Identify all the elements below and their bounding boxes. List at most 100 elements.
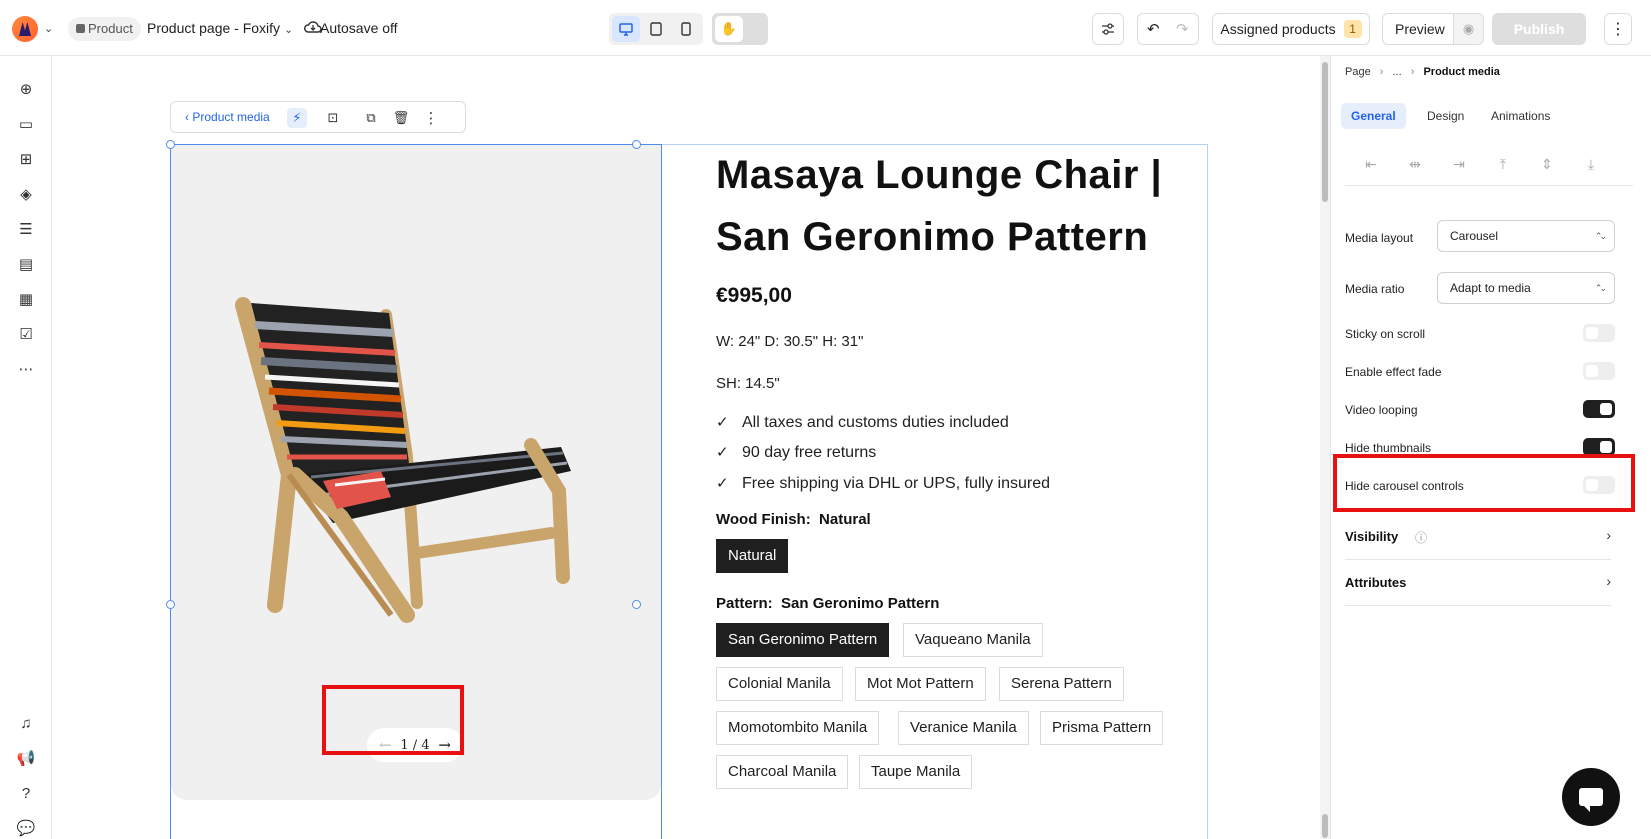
chevron-down-icon: ⌄ (283, 24, 294, 36)
undo-icon[interactable]: ↶ (1147, 20, 1160, 38)
preview-label: Preview (1395, 21, 1445, 37)
variant-option[interactable]: San Geronimo Pattern (716, 623, 890, 657)
tablet-view-button[interactable] (642, 16, 670, 42)
more-menu-button[interactable]: ⋮ (1604, 13, 1632, 45)
chevron-right-icon: › (1606, 527, 1611, 543)
attributes-section[interactable]: Attributes › (1345, 560, 1611, 606)
toggle-label: Sticky on scroll (1345, 327, 1426, 341)
highlight-box (1333, 454, 1635, 512)
resize-handle[interactable] (166, 140, 175, 149)
mobile-view-button[interactable] (672, 16, 700, 42)
product-seat-height[interactable]: SH: 14.5" (716, 375, 780, 392)
media-ratio-select[interactable]: Adapt to media (1437, 272, 1615, 304)
sticky-on-scroll-toggle[interactable] (1583, 324, 1615, 342)
tab-animations[interactable]: Animations (1481, 103, 1560, 129)
chevron-down-icon[interactable]: ⌄ (44, 22, 53, 35)
element-toolbar: ‹ Product media ⚡ ⊡ ⧉ 🗑 ⋮ (170, 101, 466, 133)
variant-option[interactable]: Colonial Manila (716, 667, 843, 701)
variant-option[interactable]: Taupe Manila (859, 755, 973, 789)
align-right-icon[interactable]: ⇥ (1449, 156, 1469, 176)
breadcrumb-item[interactable]: Page (1345, 66, 1371, 78)
redo-icon[interactable]: ↷ (1176, 20, 1189, 38)
editor-canvas: ‹ Product media ⚡ ⊡ ⧉ 🗑 ⋮ ← 1 / 4 → Masa… (52, 56, 1320, 839)
megaphone-icon[interactable]: 📢 (16, 748, 36, 768)
variant-option[interactable]: Serena Pattern (999, 667, 1124, 701)
lightning-icon[interactable]: ⚡ (287, 108, 307, 128)
back-to-parent-button[interactable]: ‹ Product media (185, 110, 270, 124)
page-title[interactable]: Product page - Foxify ⌄ (147, 20, 293, 36)
align-left-icon[interactable]: ⇤ (1361, 156, 1381, 176)
chevron-right-icon: › (1606, 573, 1611, 589)
focus-icon[interactable]: ⊡ (323, 108, 343, 128)
resize-handle[interactable] (632, 600, 641, 609)
templates-icon[interactable]: ▦ (16, 289, 36, 309)
preview-button[interactable]: Preview ◉ (1382, 13, 1484, 45)
pages-icon[interactable]: ▤ (16, 254, 36, 274)
page-type-pill: Product (68, 17, 141, 41)
alignment-toolbar: ⇤ ⇹ ⇥ ⤒ ⇕ ⤓ (1345, 146, 1633, 186)
settings-button[interactable] (1092, 13, 1124, 45)
hand-tool-button[interactable]: ✋ (715, 16, 743, 42)
chat-launcher-button[interactable] (1562, 768, 1620, 826)
highlight-box (322, 685, 464, 755)
variant-option-natural[interactable]: Natural (716, 539, 789, 573)
info-icon[interactable]: ⓘ (1415, 529, 1427, 546)
resize-handle[interactable] (632, 140, 641, 149)
video-looping-toggle[interactable] (1583, 400, 1615, 418)
eye-icon[interactable]: ◉ (1453, 14, 1483, 44)
feature-item: ✓ 90 day free returns (716, 444, 877, 461)
tab-design[interactable]: Design (1417, 103, 1474, 129)
desktop-view-button[interactable] (612, 16, 640, 42)
more-vertical-icon: ⋮ (1610, 21, 1626, 38)
resize-handle[interactable] (166, 600, 175, 609)
feature-item: ✓ Free shipping via DHL or UPS, fully ins… (716, 475, 1050, 492)
top-bar: ⌄ Product Product page - Foxify ⌄ Autosa… (0, 0, 1651, 56)
product-price[interactable]: €995,00 (716, 284, 792, 308)
align-bottom-icon[interactable]: ⤓ (1581, 156, 1601, 176)
more-horizontal-icon[interactable]: ⋯ (16, 359, 36, 379)
more-vertical-icon[interactable]: ⋮ (421, 108, 441, 128)
variant-option[interactable]: Momotombito Manila (716, 711, 880, 745)
canvas-scrollbar[interactable] (1320, 56, 1330, 839)
add-icon[interactable]: ⊕ (16, 79, 36, 99)
layers-icon[interactable]: ◈ (16, 184, 36, 204)
autosave-status: Autosave off (320, 20, 398, 36)
elements-icon[interactable]: ⊞ (16, 149, 36, 169)
variant-option[interactable]: Mot Mot Pattern (855, 667, 986, 701)
assigned-products-button[interactable]: Assigned products 1 (1212, 13, 1370, 45)
hand-icon: ✋ (720, 21, 738, 36)
tab-general[interactable]: General (1341, 103, 1406, 129)
variant-option[interactable]: Vaqueano Manila (903, 623, 1043, 657)
media-layout-select[interactable]: Carousel (1437, 220, 1615, 252)
desktop-icon (619, 22, 633, 36)
align-top-icon[interactable]: ⤒ (1493, 156, 1513, 176)
chat-icon[interactable]: 💬 (16, 818, 36, 838)
checklist-icon[interactable]: ☑ (16, 324, 36, 344)
feature-item: ✓ All taxes and customs duties included (716, 414, 1009, 431)
variant-option[interactable]: Charcoal Manila (716, 755, 849, 789)
sliders-icon (1102, 23, 1114, 35)
interaction-mode: ✋ (712, 13, 768, 45)
sections-icon[interactable]: ▭ (16, 114, 36, 134)
visibility-section[interactable]: Visibility ⓘ › (1345, 514, 1611, 560)
effect-fade-toggle[interactable] (1583, 362, 1615, 380)
undo-redo-group: ↶ ↷ (1137, 13, 1199, 45)
help-icon[interactable]: ? (16, 783, 36, 803)
align-center-icon[interactable]: ⇹ (1405, 156, 1425, 176)
bell-icon[interactable]: ♫ (16, 713, 36, 733)
variant-option[interactable]: Prisma Pattern (1040, 711, 1164, 745)
blocks-icon[interactable]: ☰ (16, 219, 36, 239)
variant-option[interactable]: Veranice Manila (898, 711, 1029, 745)
publish-button[interactable]: Publish (1492, 13, 1586, 45)
product-dimensions[interactable]: W: 24" D: 30.5" H: 31" (716, 333, 863, 350)
toggle-label: Video looping (1345, 403, 1418, 417)
media-layout-label: Media layout (1345, 231, 1414, 245)
duplicate-icon[interactable]: ⧉ (361, 108, 381, 128)
breadcrumb-item[interactable]: ... (1393, 66, 1402, 78)
pattern-label: Pattern: San Geronimo Pattern (716, 595, 940, 612)
align-middle-icon[interactable]: ⇕ (1537, 156, 1557, 176)
app-logo[interactable] (12, 16, 38, 42)
wood-finish-label: Wood Finish: Natural (716, 511, 871, 528)
trash-icon[interactable]: 🗑 (391, 108, 411, 128)
product-title[interactable]: Masaya Lounge Chair | San Geronimo Patte… (716, 144, 1186, 268)
